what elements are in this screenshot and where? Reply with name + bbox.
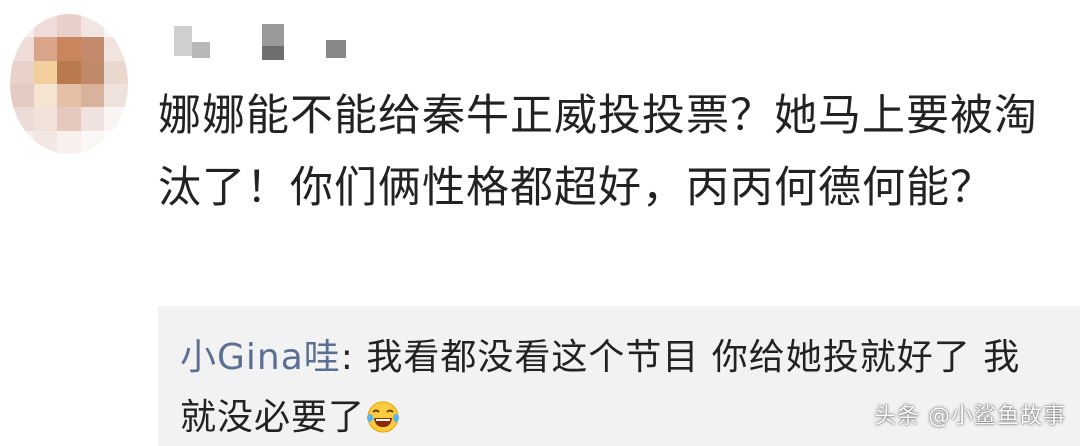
avatar[interactable] xyxy=(10,14,128,154)
reply-separator: : xyxy=(340,337,367,378)
comment-text: 娜娜能不能给秦牛正威投投票？她马上要被淘汰了！你们俩性格都超好，丙丙何德何能？ xyxy=(158,91,1038,213)
reply-username[interactable]: 小Gina哇 xyxy=(180,337,341,378)
watermark: 头条 @小鲨鱼故事 xyxy=(874,404,1066,429)
comment-card: 娜娜能不能给秦牛正威投投票？她马上要被淘汰了！你们俩性格都超好，丙丙何德何能？ … xyxy=(0,0,1080,446)
username-redacted[interactable] xyxy=(170,16,360,72)
laughing-with-tears-emoji-icon xyxy=(367,401,400,433)
